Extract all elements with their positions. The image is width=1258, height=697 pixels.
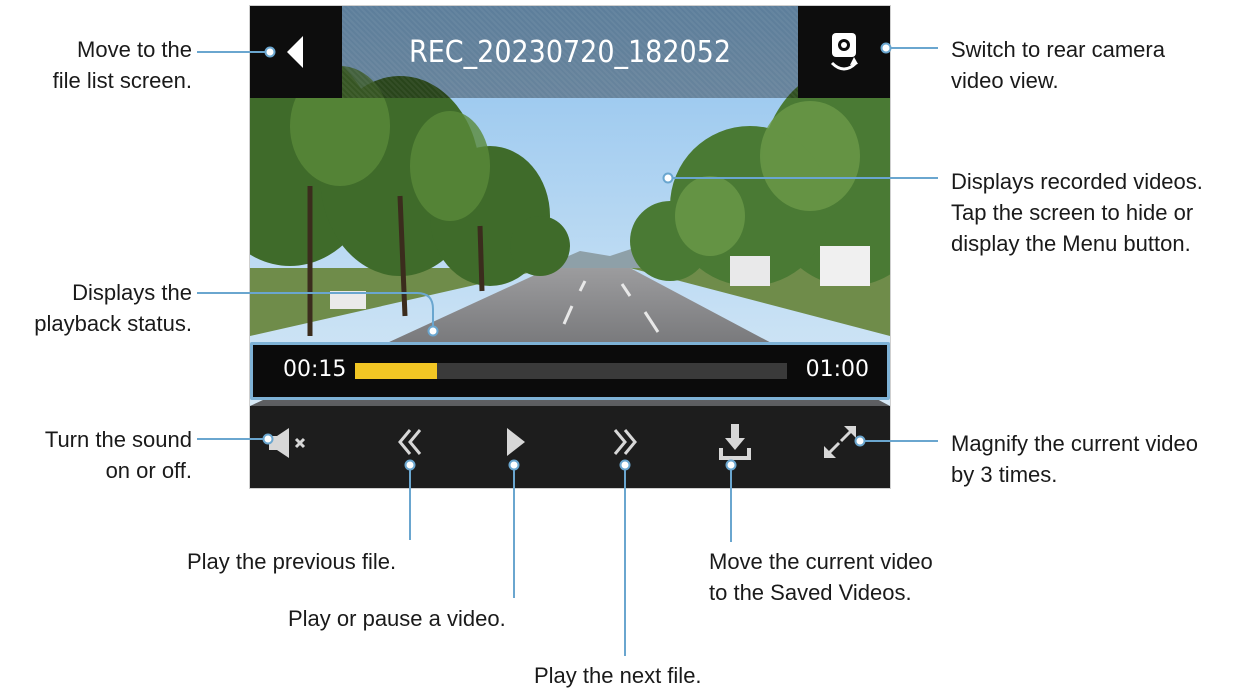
callout-rear-camera-line1: Switch to rear camera [951, 37, 1165, 62]
rear-camera-button[interactable] [798, 6, 890, 98]
current-time: 00:15 [283, 357, 347, 382]
callout-back: Move to the file list screen. [53, 34, 192, 96]
expand-icon [824, 426, 856, 458]
callout-magnify-line2: by 3 times. [951, 462, 1058, 487]
callout-video: Displays recorded videos. Tap the screen… [951, 166, 1203, 259]
magnify-button[interactable] [810, 412, 870, 472]
callout-sound-line1: Turn the sound [44, 427, 192, 452]
callout-video-line1: Displays recorded videos. [951, 169, 1203, 194]
callout-back-line2: file list screen. [52, 68, 192, 93]
callout-playback-status: Displays the playback status. [34, 277, 192, 339]
total-time: 01:00 [805, 357, 869, 382]
callout-back-line1: Move to the [77, 37, 192, 62]
callout-video-line3: display the Menu button. [951, 231, 1191, 256]
callout-save: Move the current video to the Saved Vide… [709, 546, 933, 608]
callout-save-line2: to the Saved Videos. [709, 580, 912, 605]
back-button[interactable] [250, 6, 342, 98]
callout-playback-status-line1: Displays the [72, 280, 192, 305]
progress-fill [355, 363, 437, 379]
callout-video-line2: Tap the screen to hide or [951, 200, 1194, 225]
play-button[interactable] [485, 412, 545, 472]
callout-rear-camera: Switch to rear camera video view. [951, 34, 1165, 96]
callout-magnify-line1: Magnify the current video [951, 431, 1199, 456]
callout-previous: Play the previous file. [187, 549, 397, 574]
callout-rear-camera-line2: video view. [951, 68, 1059, 93]
download-icon [719, 424, 751, 460]
callout-next: Play the next file. [534, 663, 702, 688]
callout-save-line1: Move the current video [709, 549, 933, 574]
top-bar: REC_20230720_182052 [250, 6, 890, 98]
callout-magnify: Magnify the current video by 3 times. [951, 428, 1198, 490]
mute-button[interactable] [260, 412, 320, 472]
back-arrow-icon [287, 36, 303, 68]
save-to-saved-videos-button[interactable] [705, 412, 765, 472]
player-screen: REC_20230720_182052 00:15 01:00 [249, 5, 891, 489]
callout-sound: Turn the sound on or off. [45, 424, 192, 486]
play-icon [507, 428, 525, 456]
callout-playback-status-line2: playback status. [34, 311, 192, 336]
double-chevron-left-icon [398, 429, 422, 455]
video-filename: REC_20230720_182052 [342, 6, 798, 98]
control-bar [250, 406, 890, 488]
speaker-muted-icon [269, 428, 306, 458]
previous-button[interactable] [380, 412, 440, 472]
callout-sound-line2: on or off. [105, 458, 192, 483]
callout-play-pause: Play or pause a video. [288, 606, 506, 631]
rear-camera-switch-icon [830, 33, 858, 71]
progress-track[interactable] [355, 363, 787, 379]
next-button[interactable] [595, 412, 655, 472]
playback-status-bar: 00:15 01:00 [250, 342, 890, 400]
double-chevron-right-icon [613, 429, 637, 455]
